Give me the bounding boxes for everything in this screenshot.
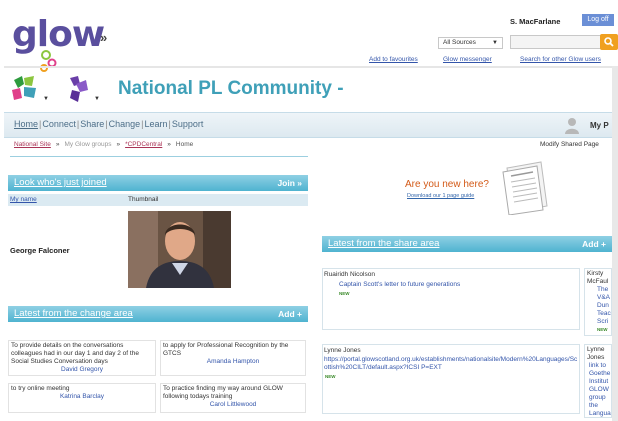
- nav-support[interactable]: Support: [172, 119, 204, 129]
- promo-title: Are you new here?: [405, 179, 489, 190]
- nav-connect[interactable]: Connect: [42, 119, 76, 129]
- joined-section-header: Look who's just joined Join »: [8, 175, 308, 191]
- expand-button[interactable]: »: [100, 30, 107, 45]
- add-share-button[interactable]: Add +: [582, 236, 606, 252]
- share-item-text[interactable]: Dun: [587, 302, 609, 310]
- breadcrumb-cpdcentral[interactable]: *CPDCentral: [125, 141, 162, 148]
- share-item-link[interactable]: https://portal.glowscotland.org.uk/estab…: [324, 356, 578, 372]
- change-item-text: to try online meeting: [11, 385, 70, 392]
- user-avatar-icon[interactable]: [565, 117, 579, 134]
- join-button[interactable]: Join »: [277, 175, 302, 191]
- main-nav: Home|Connect|Share|Change|Learn|Support: [14, 119, 204, 129]
- new-badge: NEW: [597, 327, 608, 332]
- add-to-favourites-link[interactable]: Add to favourites: [369, 56, 418, 63]
- my-profile-link[interactable]: My P: [590, 121, 609, 130]
- share-item-author[interactable]: Lynne Jones: [324, 347, 361, 354]
- download-guide-link[interactable]: Download our 1 page guide: [407, 193, 474, 199]
- sources-dropdown[interactable]: All Sources ▼: [438, 37, 503, 49]
- share-item-text[interactable]: Goethe: [587, 370, 610, 378]
- column-my-name[interactable]: My name: [10, 194, 37, 206]
- search-input[interactable]: [510, 35, 602, 49]
- share-item-text[interactable]: Institut: [587, 378, 609, 386]
- glow-logo[interactable]: glow: [12, 14, 105, 55]
- share-item-author[interactable]: Kirsty McFaul: [587, 270, 609, 286]
- nav-learn[interactable]: Learn: [144, 119, 167, 129]
- change-item-text: To practice finding my way around GLOW f…: [163, 385, 283, 400]
- breadcrumb-national-site[interactable]: National Site: [14, 141, 51, 148]
- new-badge: NEW: [325, 374, 336, 379]
- share-item-text[interactable]: V&A: [587, 294, 610, 302]
- glow-messenger-link[interactable]: Glow messenger: [443, 56, 492, 63]
- share-item[interactable]: [322, 344, 580, 414]
- nav-home[interactable]: Home: [14, 119, 38, 129]
- change-title[interactable]: Latest from the change area: [14, 308, 133, 319]
- username: S. MacFarlane: [510, 17, 561, 26]
- new-badge: NEW: [339, 291, 350, 296]
- change-item[interactable]: To practice finding my way around GLOW f…: [160, 383, 306, 413]
- share-section-header: Latest from the share area Add +: [322, 236, 612, 252]
- purple-leaf-icon: [70, 76, 88, 102]
- logoff-button[interactable]: Log off: [582, 14, 614, 26]
- puzzle-pieces-icon: [12, 76, 36, 100]
- chevron-down-icon: ▼: [43, 96, 49, 102]
- share-item-link[interactable]: Captain Scott's letter to future generat…: [339, 281, 574, 288]
- share-item-text[interactable]: link to: [587, 362, 609, 370]
- group-icon-button[interactable]: ▼: [64, 74, 100, 106]
- modify-shared-page-link[interactable]: Modify Shared Page: [540, 141, 599, 148]
- search-button[interactable]: [600, 34, 618, 50]
- share-item-side[interactable]: Kirsty McFaul The V&A Dun Teac Scri NEW: [584, 268, 612, 336]
- breadcrumb: National Site» My Glow groups» *CPDCentral…: [14, 141, 194, 148]
- change-item-author[interactable]: Katrina Barclay: [11, 393, 153, 401]
- share-item-side[interactable]: Lynne Jones link to Goethe Institut GLOW…: [584, 344, 612, 418]
- change-item[interactable]: to try online meeting Katrina Barclay: [8, 383, 156, 413]
- change-item[interactable]: to apply for Professional Recognition by…: [160, 340, 306, 376]
- change-item-author[interactable]: Carol Littlewood: [163, 401, 303, 409]
- column-thumbnail: Thumbnail: [128, 196, 159, 203]
- chevron-down-icon: ▼: [94, 96, 100, 102]
- vertical-scrollbar[interactable]: [612, 66, 618, 421]
- share-item-text[interactable]: The: [587, 286, 609, 294]
- divider: [10, 156, 308, 157]
- joined-title[interactable]: Look who's just joined: [14, 177, 107, 188]
- change-item-text: To provide details on the conversations …: [11, 342, 139, 365]
- change-item[interactable]: To provide details on the conversations …: [8, 340, 156, 376]
- nav-change[interactable]: Change: [109, 119, 141, 129]
- share-title[interactable]: Latest from the share area: [328, 238, 439, 249]
- nav-share[interactable]: Share: [80, 119, 104, 129]
- share-item-text[interactable]: Langua: [587, 410, 611, 417]
- change-item-author[interactable]: David Gregory: [11, 366, 153, 374]
- change-item-text: to apply for Professional Recognition by…: [163, 342, 289, 357]
- share-item-author[interactable]: Lynne Jones: [587, 346, 609, 362]
- community-title: National PL Community -: [118, 78, 344, 99]
- search-users-link[interactable]: Search for other Glow users: [520, 56, 616, 63]
- share-item-author[interactable]: Ruairidh Nicolson: [324, 271, 375, 278]
- share-item-text[interactable]: group: [587, 394, 609, 402]
- member-photo[interactable]: [128, 211, 231, 288]
- search-icon: [604, 37, 614, 47]
- document-icon[interactable]: [499, 160, 549, 215]
- chevron-down-icon: ▼: [492, 40, 498, 46]
- add-change-button[interactable]: Add +: [278, 306, 302, 322]
- sources-value: All Sources: [443, 39, 476, 46]
- member-name: George Falconer: [10, 246, 70, 255]
- change-section-header: Latest from the change area Add +: [8, 306, 308, 322]
- breadcrumb-my-glow-groups[interactable]: My Glow groups: [64, 141, 111, 148]
- community-icon-button[interactable]: ▼: [10, 74, 49, 106]
- breadcrumb-home: Home: [175, 141, 194, 148]
- share-item-text[interactable]: Scri: [587, 318, 609, 326]
- share-item-text[interactable]: Teac: [587, 310, 611, 318]
- change-item-author[interactable]: Amanda Hampton: [163, 358, 303, 366]
- member-portrait-icon: [128, 211, 231, 288]
- share-item-text[interactable]: GLOW: [587, 386, 609, 394]
- share-item-text[interactable]: the: [587, 402, 609, 410]
